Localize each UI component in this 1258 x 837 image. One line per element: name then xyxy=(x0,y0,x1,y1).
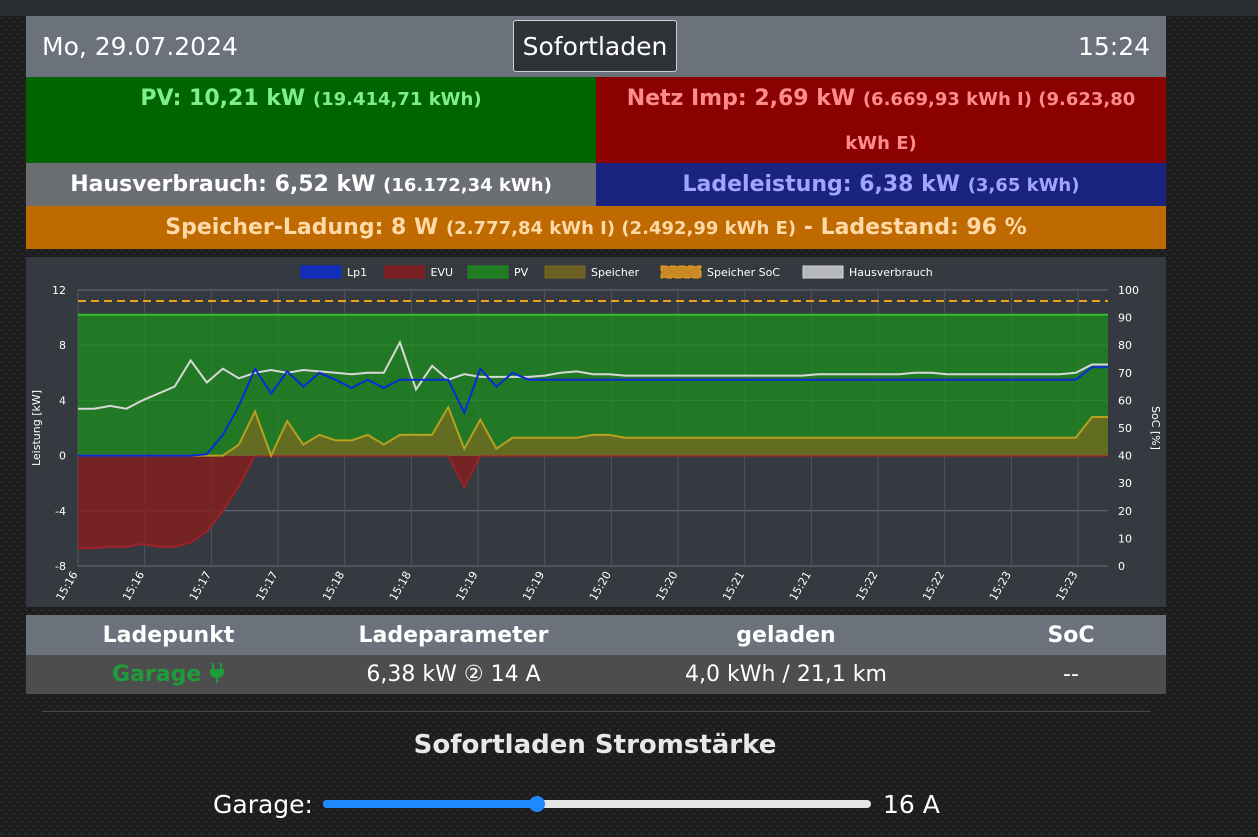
charge-power-main: Ladeleistung: 6,38 kW xyxy=(682,172,961,197)
x-tick-label: 15:19 xyxy=(453,569,480,603)
slider-fill xyxy=(322,800,537,808)
header-ladepunkt: Ladepunkt xyxy=(102,622,235,648)
header-geladen: geladen xyxy=(736,622,836,648)
x-tick-label: 15:17 xyxy=(187,569,214,603)
y2-tick-label: 60 xyxy=(1118,394,1132,407)
power-chart: 12 8 4 0 -4 -8 100 90 80 70 60 50 40 30 20 10 0 15:16 15:1… xyxy=(26,257,1166,607)
y2-tick-label: 40 xyxy=(1118,450,1132,463)
legend-label-hausverbrauch: Hausverbrauch xyxy=(849,266,933,279)
legend-label-evu: EVU xyxy=(431,266,454,279)
legend-swatch-hausverbrauch xyxy=(802,265,844,279)
pv-tile: PV: 10,21 kW (19.414,71 kWh) xyxy=(26,77,596,163)
legend-swatch-speicher-soc xyxy=(660,265,702,279)
y2-tick-label: 100 xyxy=(1118,284,1139,297)
x-tick-label: 15:18 xyxy=(320,569,347,603)
x-tick-label: 15:23 xyxy=(1053,569,1080,603)
legend-label-pv: PV xyxy=(514,266,529,279)
x-tick-label: 15:18 xyxy=(387,569,414,603)
date-label: Mo, 29.07.2024 xyxy=(42,32,238,61)
section-title: Sofortladen Stromstärke xyxy=(413,730,777,760)
series-area-evu xyxy=(78,455,1108,549)
table-header: Ladepunkt Ladeparameter geladen SoC xyxy=(26,615,1166,655)
grid-tile: Netz Imp: 2,69 kW (6.669,93 kWh I) (9.62… xyxy=(596,77,1166,163)
power-chart-svg: 12840-4-8100908070605040302010015:16 15:1… xyxy=(30,265,1162,603)
slider-label: Garage: xyxy=(213,789,313,819)
x-tick-label: 15:19 xyxy=(520,569,547,603)
legend-swatch-pv xyxy=(467,265,509,279)
x-tick-label: 15:16 xyxy=(53,569,80,603)
y2-tick-label: 0 xyxy=(1118,560,1125,573)
legend-swatch-lp1 xyxy=(300,265,342,279)
pv-sub: (19.414,71 kWh) xyxy=(312,89,482,110)
dashboard: Mo, 29.07.2024 Sofortladen 15:24 PV: 10,… xyxy=(26,16,1166,694)
charge-params: 6,38 kW ② 14 A xyxy=(366,662,541,687)
battery-main: Speicher-Ladung: 8 W xyxy=(165,215,439,240)
grid-main: Netz Imp: 2,69 kW xyxy=(626,86,856,111)
y2-tick-label: 70 xyxy=(1118,367,1132,380)
x-tick-label: 15:17 xyxy=(253,569,280,603)
charge-point-table: Ladepunkt Ladeparameter geladen SoC Gara… xyxy=(26,615,1166,694)
charged-amount: 4,0 kWh / 21,1 km xyxy=(685,662,887,687)
battery-sub: (2.777,84 kWh I) (2.492,99 kWh E) xyxy=(445,218,797,239)
legend-label-lp1: Lp1 xyxy=(347,266,367,279)
y-tick-label: 12 xyxy=(52,284,66,297)
current-slider[interactable] xyxy=(322,796,871,812)
x-tick-label: 15:21 xyxy=(720,569,747,603)
charge-point-name[interactable]: Garage xyxy=(26,662,311,687)
x-tick-label: 15:23 xyxy=(987,569,1014,603)
grid-sub: (6.669,93 kWh I) (9.623,80 kWh E) xyxy=(845,89,1136,154)
battery-soc: - Ladestand: 96 % xyxy=(803,215,1027,240)
time-label: 15:24 xyxy=(1077,32,1150,61)
x-tick-label: 15:22 xyxy=(853,569,880,603)
y-tick-label: -4 xyxy=(55,505,66,518)
house-sub: (16.172,34 kWh) xyxy=(383,175,552,196)
charge-power-sub: (3,65 kWh) xyxy=(967,175,1080,196)
slider-value: 16 A xyxy=(882,789,940,819)
y2-tick-label: 50 xyxy=(1118,422,1132,435)
table-row[interactable]: Garage 6,38 kW ② 14 A 4,0 kWh / 21,1 km … xyxy=(26,655,1166,694)
x-tick-label: 15:20 xyxy=(587,569,614,603)
section-divider xyxy=(42,711,1150,712)
y2-tick-label: 80 xyxy=(1118,339,1132,352)
y-tick-label: 4 xyxy=(59,394,66,407)
charge-mode-button[interactable]: Sofortladen xyxy=(513,20,677,72)
legend-label-speicher: Speicher xyxy=(591,266,640,279)
header-ladeparameter: Ladeparameter xyxy=(358,622,549,648)
header-soc: SoC xyxy=(1047,622,1095,648)
y-tick-label: 8 xyxy=(59,339,66,352)
slider-thumb[interactable] xyxy=(528,796,545,812)
y2-axis-label: SoC [%] xyxy=(1149,406,1162,450)
y-tick-label: 0 xyxy=(59,450,66,463)
legend-swatch-evu xyxy=(384,265,425,279)
legend-label-speicher-soc: Speicher SoC xyxy=(707,266,780,279)
charge-point-label: Garage xyxy=(112,662,202,687)
house-main: Hausverbrauch: 6,52 kW xyxy=(70,172,376,197)
pv-main: PV: 10,21 kW xyxy=(140,86,306,111)
charge-power-tile: Ladeleistung: 6,38 kW (3,65 kWh) xyxy=(596,163,1166,206)
battery-tile: Speicher-Ladung: 8 W (2.777,84 kWh I) (2… xyxy=(26,206,1166,249)
legend-swatch-speicher xyxy=(544,265,586,279)
plug-icon xyxy=(209,663,224,683)
top-strip xyxy=(0,0,1258,16)
header-bar: Mo, 29.07.2024 Sofortladen 15:24 xyxy=(26,16,1166,77)
y2-tick-label: 20 xyxy=(1118,505,1132,518)
y2-tick-label: 10 xyxy=(1118,532,1132,545)
house-tile: Hausverbrauch: 6,52 kW (16.172,34 kWh) xyxy=(26,163,596,206)
y-tick-label: -8 xyxy=(55,560,66,573)
y2-tick-label: 90 xyxy=(1118,312,1132,325)
x-tick-label: 15:20 xyxy=(653,569,680,603)
x-tick-label: 15:16 xyxy=(120,569,147,603)
vehicle-soc: -- xyxy=(1063,662,1079,687)
current-slider-row: Garage: 16 A xyxy=(213,787,940,821)
y-axis-label: Leistung [kW] xyxy=(30,390,43,466)
y2-tick-label: 30 xyxy=(1118,477,1132,490)
x-tick-label: 15:22 xyxy=(920,569,947,603)
x-tick-label: 15:21 xyxy=(787,569,814,603)
